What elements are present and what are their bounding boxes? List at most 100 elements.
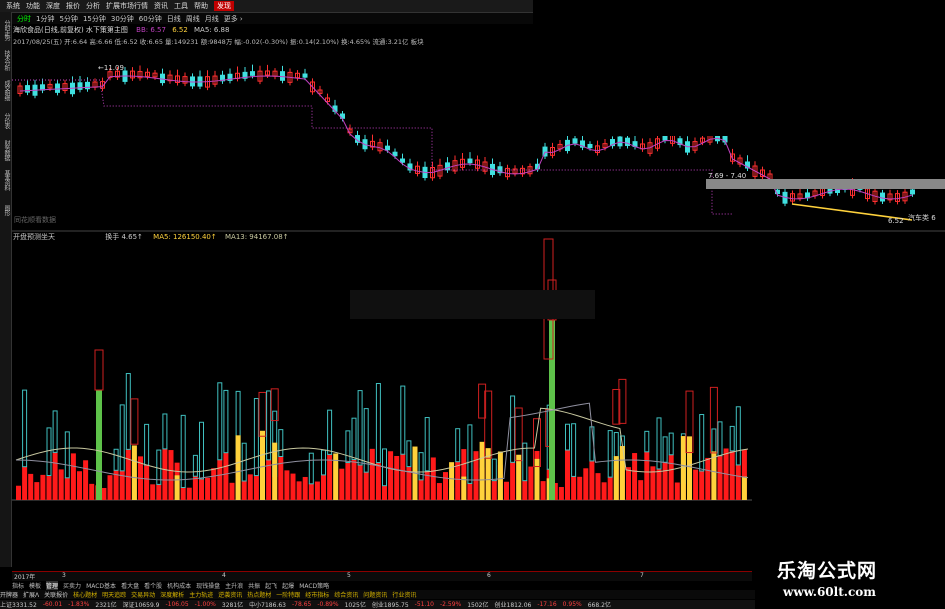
sidebar-tab-0[interactable]: 分时走势 bbox=[0, 16, 11, 44]
menu-item-8[interactable]: 帮助 bbox=[194, 1, 208, 11]
menu-item-7[interactable]: 工具 bbox=[174, 1, 188, 11]
volume-bar bbox=[205, 477, 211, 500]
status-item-7: 3281亿 bbox=[221, 602, 244, 609]
sidebar-tab-3[interactable]: 分价表 bbox=[0, 106, 11, 134]
menu-item-9[interactable]: 发现 bbox=[214, 1, 234, 11]
volume-bar bbox=[394, 456, 400, 500]
info-tab-14[interactable]: 行业资讯 bbox=[392, 590, 416, 599]
volume-bar bbox=[302, 476, 308, 500]
volume-bar bbox=[290, 473, 296, 500]
vol-ma13: MA13: 94167.08↑ bbox=[224, 233, 289, 241]
menu-item-0[interactable]: 系统 bbox=[6, 1, 20, 11]
volume-bar-outline bbox=[345, 430, 351, 464]
info-tab-3[interactable]: 核心题材 bbox=[73, 590, 97, 599]
indicator-tab-13[interactable]: MACD策略 bbox=[299, 581, 329, 590]
volume-bar-outline bbox=[46, 427, 52, 477]
volume-bar-outline bbox=[52, 410, 58, 453]
signal-bar bbox=[687, 436, 692, 500]
period-9[interactable]: 更多 › bbox=[224, 14, 243, 24]
volume-bar bbox=[601, 482, 607, 500]
period-bar: 分时 1分钟 5分钟 15分钟 30分钟 60分钟 日线 周线 月线 更多 › bbox=[12, 13, 533, 24]
volume-bar-outline bbox=[180, 414, 186, 488]
volume-bar-outline bbox=[321, 449, 326, 476]
menu-item-1[interactable]: 功能 bbox=[26, 1, 40, 11]
volume-bar bbox=[314, 481, 320, 500]
info-tab-8[interactable]: 逆袭资讯 bbox=[218, 590, 242, 599]
candle-body bbox=[662, 135, 668, 141]
info-tab-4[interactable]: 明天追踪 bbox=[102, 590, 126, 599]
menu-item-3[interactable]: 报价 bbox=[66, 1, 80, 11]
period-1[interactable]: 1分钟 bbox=[36, 14, 54, 24]
candle-body bbox=[250, 71, 255, 76]
volume-bar bbox=[217, 459, 223, 500]
indicator-tab-3[interactable]: 买卖力 bbox=[63, 581, 81, 590]
date-label-2: 4 bbox=[222, 572, 226, 579]
sidebar-tab-6[interactable]: 图形 bbox=[0, 196, 11, 224]
volume-bar-outline bbox=[327, 409, 333, 455]
menu-item-5[interactable]: 扩展市场行情 bbox=[106, 1, 148, 11]
volume-bar bbox=[284, 470, 290, 500]
volume-bar bbox=[558, 487, 564, 500]
indicator-tab-5[interactable]: 看大盘 bbox=[121, 581, 139, 590]
volume-bar bbox=[150, 484, 156, 500]
info-tab-9[interactable]: 热点题材 bbox=[247, 590, 271, 599]
info-tab-12[interactable]: 综合资讯 bbox=[334, 590, 358, 599]
volume-bar bbox=[644, 451, 650, 500]
sidebar-tab-4[interactable]: 财务数据 bbox=[0, 136, 11, 164]
menu-item-4[interactable]: 分析 bbox=[86, 1, 100, 11]
signal-bar bbox=[680, 436, 686, 500]
volume-bar-outline bbox=[467, 424, 473, 484]
volume-bar bbox=[540, 481, 546, 500]
sidebar-tab-1[interactable]: 技术分析 bbox=[0, 46, 11, 74]
candle-body bbox=[617, 136, 623, 147]
period-6[interactable]: 日线 bbox=[167, 14, 181, 24]
info-tab-10[interactable]: 一阶特跟 bbox=[276, 590, 300, 599]
info-tab-6[interactable]: 深度解析 bbox=[160, 590, 184, 599]
period-4[interactable]: 30分钟 bbox=[111, 14, 134, 24]
period-3[interactable]: 15分钟 bbox=[83, 14, 106, 24]
volume-bar bbox=[717, 455, 723, 500]
stock-info-line: 海欣食品(日线,前复权) 水下策第主图 BB: 6.57 6.52 MA5: 6… bbox=[13, 25, 229, 35]
indicator-tab-0[interactable]: 指标 bbox=[12, 581, 24, 590]
indicator-tab-11[interactable]: 起飞 bbox=[265, 581, 277, 590]
status-item-0: 上证3331.52 bbox=[0, 602, 37, 609]
volume-bar-outline bbox=[491, 458, 497, 482]
signal-bar bbox=[131, 445, 137, 500]
menu-item-6[interactable]: 资讯 bbox=[154, 1, 168, 11]
info-tab-0[interactable]: 开牌器 bbox=[0, 590, 18, 599]
signal-bar bbox=[711, 451, 717, 500]
volume-bar bbox=[430, 457, 436, 500]
info-tab-7[interactable]: 主力轨迹 bbox=[189, 590, 213, 599]
period-7[interactable]: 周线 bbox=[186, 14, 200, 24]
info-tab-13[interactable]: 问题资讯 bbox=[363, 590, 387, 599]
menu-item-2[interactable]: 深度 bbox=[46, 1, 60, 11]
info-tab-1[interactable]: 扩展Λ bbox=[23, 590, 39, 599]
info-tab-11[interactable]: 经市指标 bbox=[305, 590, 329, 599]
period-5[interactable]: 60分钟 bbox=[139, 14, 162, 24]
indicator-tab-1[interactable]: 模板 bbox=[29, 581, 41, 590]
indicator-tab-4[interactable]: MACD基本 bbox=[86, 581, 116, 590]
sidebar-tab-2[interactable]: 成交明细 bbox=[0, 76, 11, 104]
indicator-tab-7[interactable]: 机构成本 bbox=[167, 581, 191, 590]
period-0[interactable]: 分时 bbox=[17, 14, 31, 24]
info-tab-2[interactable]: 关联报价 bbox=[44, 590, 68, 599]
indicator-tab-2[interactable]: 管理 bbox=[46, 581, 59, 590]
period-8[interactable]: 月线 bbox=[205, 14, 219, 24]
indicator-tab-12[interactable]: 起爆 bbox=[282, 581, 294, 590]
volume-bar bbox=[64, 477, 70, 500]
indicator-tab-10[interactable]: 共振 bbox=[248, 581, 260, 590]
indicator-tab-8[interactable]: 现钱操盘 bbox=[196, 581, 220, 590]
indicator-tab-9[interactable]: 主升浪 bbox=[225, 581, 243, 590]
redacted-box bbox=[350, 290, 595, 319]
status-item-12: 创业1895.75 bbox=[371, 602, 409, 609]
period-2[interactable]: 5分钟 bbox=[59, 14, 77, 24]
volume-bar-outline bbox=[571, 423, 577, 477]
indicator-tab-6[interactable]: 看个股 bbox=[144, 581, 162, 590]
volume-bar bbox=[735, 464, 741, 500]
volume-bar bbox=[607, 477, 613, 500]
volume-bar bbox=[70, 453, 76, 500]
volume-bar-outline bbox=[351, 417, 357, 460]
info-tab-5[interactable]: 交易异动 bbox=[131, 590, 155, 599]
sidebar-tab-5[interactable]: 基本资料 bbox=[0, 166, 11, 194]
menu-bar: 系统 功能 深度 报价 分析 扩展市场行情 资讯 工具 帮助 发现 bbox=[0, 0, 533, 13]
